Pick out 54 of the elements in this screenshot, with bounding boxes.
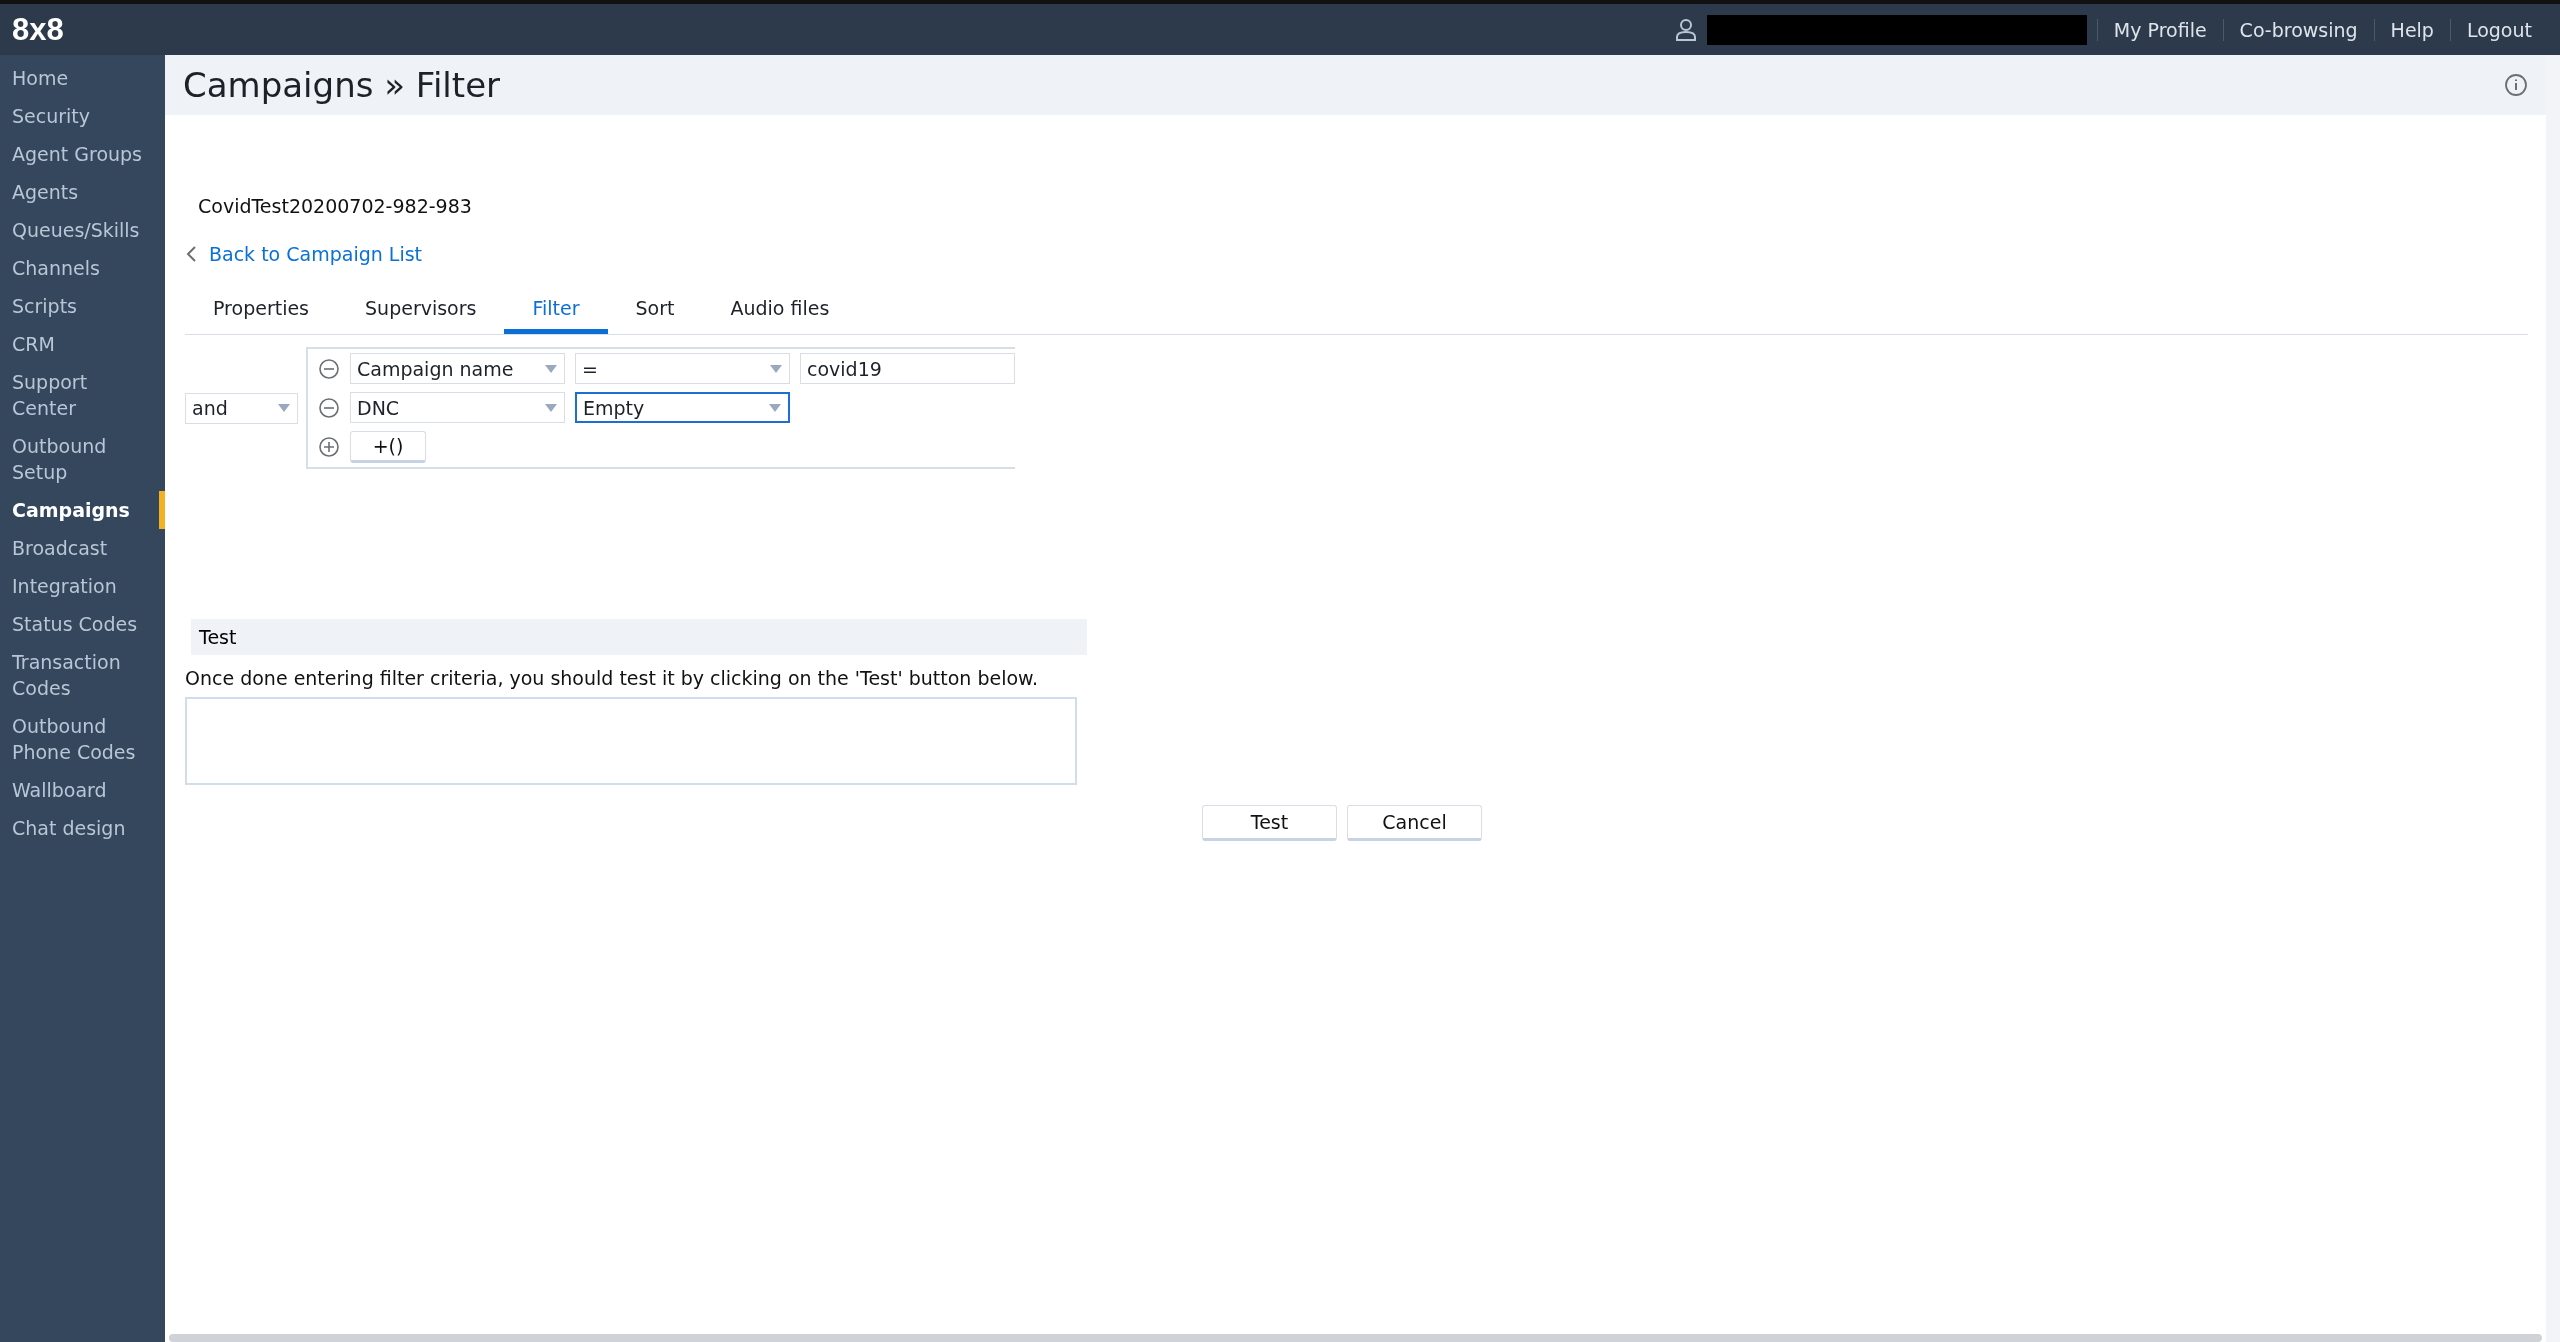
- operator-dropdown[interactable]: and: [185, 392, 298, 424]
- sidebar-item[interactable]: Outbound Phone Codes: [0, 707, 165, 771]
- nav-link[interactable]: Co-browsing: [2222, 18, 2374, 41]
- dropdown-caret-icon: [769, 363, 783, 374]
- comparison-dropdown[interactable]: =: [575, 353, 790, 384]
- sidebar-item[interactable]: CRM: [0, 325, 165, 363]
- campaign-name: CovidTest20200702-982-983: [198, 195, 473, 217]
- field-dropdown[interactable]: DNC: [350, 392, 565, 423]
- logo: 8x8: [12, 11, 64, 48]
- sidebar-item[interactable]: Outbound Setup: [0, 427, 165, 491]
- sidebar-item[interactable]: Scripts: [0, 287, 165, 325]
- page-title: Campaigns » Filter: [183, 65, 502, 105]
- info-icon[interactable]: [2504, 73, 2528, 97]
- sidebar-item[interactable]: Integration: [0, 567, 165, 605]
- field-dropdown[interactable]: Campaign name: [350, 353, 565, 384]
- instructions-text: Once done entering filter criteria, you should test it by clicking on the 'Test' button below.: [185, 667, 1039, 689]
- sidebar-item[interactable]: Channels: [0, 249, 165, 287]
- back-link[interactable]: Back to Campaign List: [209, 243, 423, 265]
- sidebar-item[interactable]: Agent Groups: [0, 135, 165, 173]
- chevron-left-icon[interactable]: [185, 245, 197, 263]
- value-field[interactable]: covid19: [800, 353, 1015, 384]
- nav-link[interactable]: Help: [2373, 18, 2450, 41]
- tab[interactable]: Sort: [607, 289, 703, 334]
- action-button[interactable]: Cancel: [1347, 805, 1482, 841]
- user-icon: [1674, 17, 1697, 42]
- sidebar-item[interactable]: Campaigns: [0, 491, 165, 529]
- nav-link[interactable]: My Profile: [2096, 18, 2223, 41]
- remove-circle-icon[interactable]: [318, 396, 340, 419]
- dropdown-caret-icon: [768, 402, 782, 413]
- action-button[interactable]: Test: [1202, 805, 1337, 841]
- tab[interactable]: Supervisors: [337, 289, 505, 334]
- sidebar-item[interactable]: Queues/Skills: [0, 211, 165, 249]
- sidebar-item[interactable]: Security: [0, 97, 165, 135]
- add-circle-icon[interactable]: [318, 436, 340, 458]
- section-heading: Test: [191, 619, 1087, 655]
- comparison-dropdown[interactable]: Empty: [575, 392, 790, 423]
- sidebar-item[interactable]: Wallboard: [0, 771, 165, 809]
- sidebar-item[interactable]: Agents: [0, 173, 165, 211]
- sidebar-item[interactable]: Broadcast: [0, 529, 165, 567]
- scrollbar[interactable]: [169, 1334, 2542, 1342]
- tab[interactable]: Filter: [504, 289, 608, 334]
- sidebar-item[interactable]: Home: [0, 59, 165, 97]
- sidebar-item[interactable]: Chat design: [0, 809, 165, 847]
- nav-link[interactable]: Logout: [2449, 18, 2548, 41]
- add-group-button[interactable]: +(): [350, 431, 426, 463]
- dropdown-caret-icon: [544, 363, 558, 374]
- remove-circle-icon[interactable]: [318, 357, 340, 380]
- sidebar-item[interactable]: Status Codes: [0, 605, 165, 643]
- dropdown-caret-icon: [277, 403, 291, 413]
- dropdown-caret-icon: [544, 402, 558, 413]
- sidebar-item[interactable]: Transaction Codes: [0, 643, 165, 707]
- sidebar-item[interactable]: Support Center: [0, 363, 165, 427]
- tab[interactable]: Audio files: [702, 289, 858, 334]
- tab[interactable]: Properties: [185, 289, 338, 334]
